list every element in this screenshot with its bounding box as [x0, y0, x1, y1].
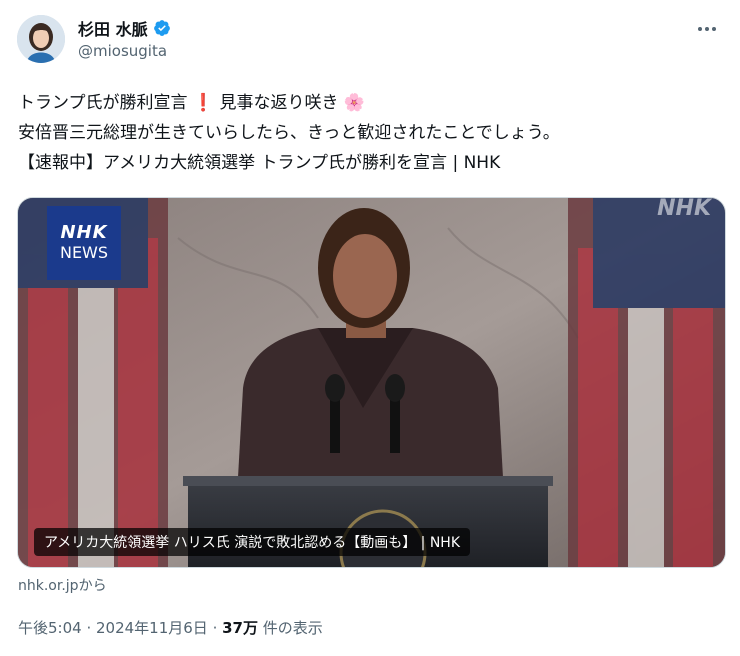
nhk-news-logo: NHK NEWS	[47, 206, 121, 280]
meta-separator: ·	[81, 619, 96, 637]
nhk-watermark: NHK	[657, 197, 711, 221]
post-line-3: 【速報中】アメリカ大統領選挙 トランプ氏が勝利を宣言 | NHK	[18, 153, 501, 173]
news-photo	[18, 198, 725, 567]
view-count-suffix: 件の表示	[258, 619, 323, 637]
author-avatar[interactable]	[17, 15, 65, 63]
verified-badge-icon	[153, 20, 170, 36]
cherry-blossom-emoji: 🌸	[343, 93, 366, 113]
card-source-link[interactable]: nhk.or.jpから	[18, 575, 107, 595]
post-line-2: 安倍晋三元総理が生きていらしたら、きっと歓迎されたことでしょう。	[18, 123, 560, 143]
exclamation-emoji: ❗	[192, 93, 215, 113]
link-preview-card[interactable]: NHK NEWS NHK アメリカ大統領選挙 ハリス氏 演説で敗北認める【動画も…	[17, 197, 726, 568]
post-line-1: トランプ氏が勝利宣言 ❗ 見事な返り咲き 🌸	[18, 88, 718, 118]
more-options-icon[interactable]	[694, 16, 720, 42]
card-caption[interactable]: アメリカ大統領選挙 ハリス氏 演説で敗北認める【動画も】 | NHK	[34, 528, 470, 556]
post-time[interactable]: 午後5:04	[18, 619, 82, 637]
post-line-1-text-a: トランプ氏が勝利宣言	[18, 93, 188, 113]
author-name[interactable]: 杉田 水脈	[78, 16, 148, 40]
author-handle[interactable]: @miosugita	[78, 42, 167, 60]
post-meta: 午後5:04 · 2024年11月6日 · 37万 件の表示	[18, 617, 323, 638]
meta-separator: ·	[207, 619, 223, 637]
post-line-1-text-b: 見事な返り咲き	[219, 93, 339, 113]
news-logo-text: NEWS	[59, 243, 109, 262]
post-date[interactable]: 2024年11月6日	[96, 619, 208, 637]
view-count: 37万	[222, 619, 258, 637]
author-name-row: 杉田 水脈	[78, 16, 171, 40]
ellipsis-glyph	[698, 27, 716, 31]
nhk-logo-text: NHK	[60, 222, 108, 243]
post-text: トランプ氏が勝利宣言 ❗ 見事な返り咲き 🌸 安倍晋三元総理が生きていらしたら、…	[18, 88, 718, 178]
avatar-image	[17, 15, 65, 63]
